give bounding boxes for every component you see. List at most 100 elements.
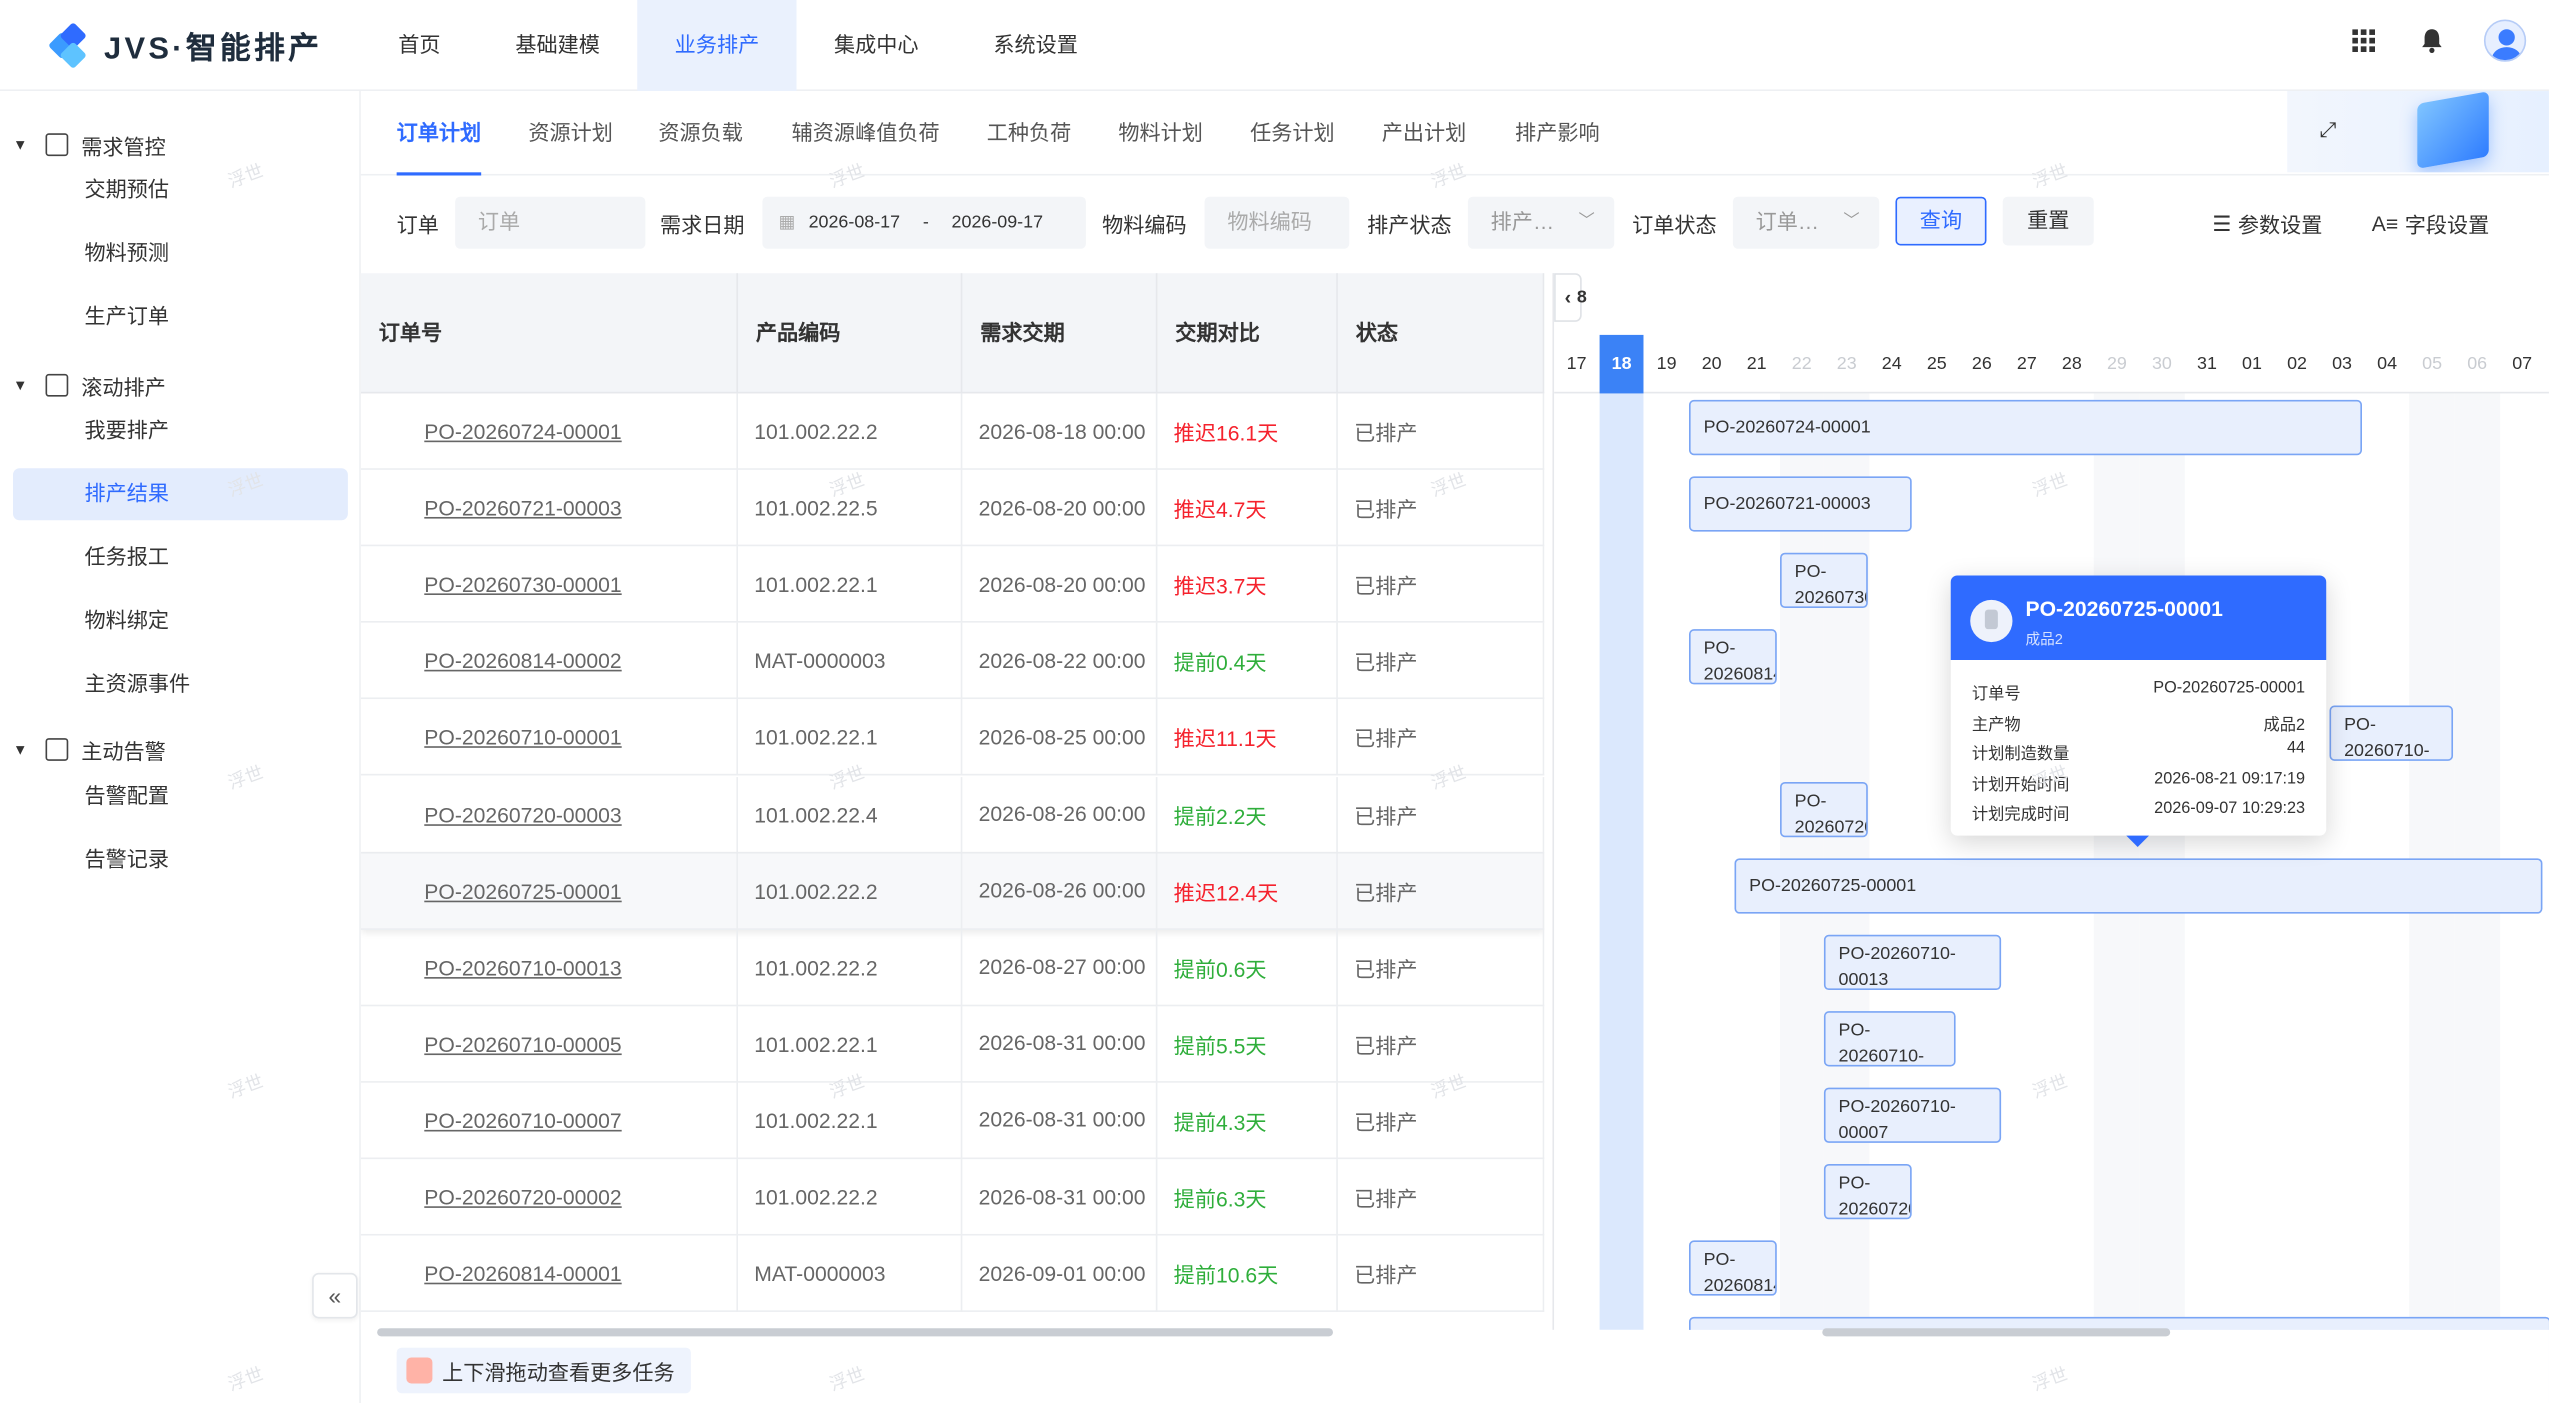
top-bar: JVS·智能排产 首页 基础建模 业务排产 集成中心 系统设置: [0, 0, 2549, 92]
table-horizontal-scrollbar[interactable]: [361, 1325, 1544, 1338]
gantt-bar[interactable]: PO-20260710-00001: [2329, 705, 2454, 761]
top-nav-item[interactable]: 业务排产: [637, 0, 797, 92]
tooltip-row: 计划开始时间 2026-08-21 09:17:19: [1972, 770, 2305, 794]
table-row[interactable]: PO-20260724-00001 101.002.22.2 2026-08-18 …: [360, 393, 1545, 470]
gantt-bar[interactable]: PO-20260721-00003: [1688, 476, 1912, 532]
sidebar-item[interactable]: 告警配置: [13, 771, 348, 823]
user-avatar-icon[interactable]: [2483, 19, 2527, 62]
reset-button[interactable]: 重置: [2002, 196, 2094, 246]
scrollbar-thumb[interactable]: [1822, 1328, 2171, 1337]
order-number-link[interactable]: PO-20260814-00002: [361, 623, 739, 700]
tooltip-arrow: [2126, 835, 2150, 847]
order-number-link[interactable]: PO-20260814-00001: [361, 1235, 739, 1313]
sidebar-item[interactable]: 物料绑定: [13, 595, 348, 647]
bell-icon[interactable]: [2416, 24, 2449, 57]
table-row[interactable]: PO-20260814-00002 MAT-0000003 2026-08-22 0…: [360, 623, 1545, 700]
table-row[interactable]: PO-20260721-00003 101.002.22.5 2026-08-20 …: [360, 469, 1545, 547]
order-number-link[interactable]: PO-20260730-00001: [361, 546, 739, 623]
logo-icon: [47, 21, 95, 70]
gantt-bar[interactable]: PO-20260710-00007: [1823, 1087, 2002, 1143]
sidebar-collapse-button[interactable]: «: [312, 1272, 358, 1319]
gantt-bar[interactable]: PO-20260724-00001: [1688, 399, 2362, 456]
sidebar-group[interactable]: ▼ 主动告警: [13, 728, 166, 770]
sub-tab[interactable]: 工种负荷: [987, 91, 1072, 176]
product-code-cell: 101.002.22.2: [738, 929, 963, 1006]
table-row[interactable]: PO-20260730-00001 101.002.22.1 2026-08-20 …: [360, 546, 1545, 623]
gantt-bar[interactable]: PO-20260730-00001: [1780, 552, 1868, 609]
due-date-label: 需求日期: [659, 212, 745, 238]
gantt-bar[interactable]: PO-20260710-00005: [1823, 1011, 1956, 1067]
sidebar-item[interactable]: 排产结果: [13, 468, 348, 521]
gantt-bar[interactable]: PO-20260720-00003: [1780, 781, 1868, 838]
table-row[interactable]: PO-20260710-00007 101.002.22.1 2026-08-31 …: [360, 1082, 1545, 1159]
due-compare-cell: 推迟3.7天: [1157, 546, 1338, 623]
gantt-day-label: 04: [2377, 354, 2398, 374]
sub-tab[interactable]: 订单计划: [396, 91, 482, 176]
top-nav-item[interactable]: 基础建模: [478, 0, 637, 91]
field-settings-button[interactable]: A≡ 字段设置: [2372, 208, 2490, 239]
order-number-link[interactable]: PO-20260710-00001: [361, 699, 739, 777]
scrollbar-thumb[interactable]: [377, 1328, 1333, 1337]
order-number-link[interactable]: PO-20260720-00002: [361, 1159, 739, 1236]
column-header[interactable]: 产品编码: [738, 273, 963, 394]
gantt-day-label: 27: [2016, 354, 2037, 374]
sub-tab[interactable]: 物料计划: [1118, 91, 1203, 176]
sub-tab[interactable]: 任务计划: [1250, 91, 1335, 176]
gantt-bar[interactable]: PO-20260720-00002: [1823, 1164, 1912, 1220]
sidebar-item[interactable]: 物料预测: [13, 228, 348, 280]
due-date-cell: 2026-08-18 00:00: [962, 393, 1158, 470]
sidebar-item[interactable]: 任务报工: [13, 532, 348, 584]
table-row[interactable]: PO-20260725-00001 101.002.22.2 2026-08-26 …: [360, 852, 1545, 930]
top-nav-item[interactable]: 系统设置: [956, 0, 1115, 91]
due-date-range[interactable]: ▦ 2026-08-17- 2026-09-17: [762, 196, 1086, 249]
sidebar-group[interactable]: ▼ 滚动排产: [13, 364, 166, 406]
order-number-link[interactable]: PO-20260724-00001: [361, 393, 739, 470]
schedule-status-select[interactable]: 排产… ﹀: [1467, 196, 1615, 249]
top-nav-item[interactable]: 首页: [361, 0, 478, 91]
due-compare-cell: 提前4.3天: [1157, 1082, 1338, 1159]
order-number-link[interactable]: PO-20260710-00005: [361, 1005, 739, 1083]
query-button[interactable]: 查询: [1895, 196, 1987, 246]
order-status-select[interactable]: 订单… ﹀: [1732, 196, 1880, 249]
sub-tab[interactable]: 排产影响: [1515, 91, 1600, 176]
gantt-horizontal-scrollbar[interactable]: [1552, 1325, 2548, 1338]
logo-text: JVS·智能排产: [104, 31, 323, 66]
fullscreen-icon[interactable]: ⤢: [2320, 117, 2337, 143]
gantt-bar[interactable]: PO-20260814-00002: [1688, 629, 1777, 685]
order-number-link[interactable]: PO-20260710-00007: [361, 1082, 739, 1159]
sidebar-group[interactable]: ▼ 需求管控: [13, 124, 166, 166]
sidebar-item[interactable]: 我要排产: [13, 405, 348, 457]
order-status-value: 订单…: [1755, 209, 1820, 235]
gantt-bar[interactable]: PO-20260814-00001: [1688, 1240, 1777, 1296]
sub-tab[interactable]: 辅资源峰值负荷: [792, 91, 940, 176]
order-number-link[interactable]: PO-20260725-00001: [361, 852, 739, 930]
sidebar-item[interactable]: 主资源事件: [13, 658, 348, 710]
gantt-bar[interactable]: PO-20260725-00001: [1734, 858, 2543, 914]
sub-tab[interactable]: 资源计划: [528, 91, 613, 176]
material-input[interactable]: 物料编码: [1204, 196, 1350, 249]
param-settings-button[interactable]: ☰ 参数设置: [2212, 208, 2322, 239]
sub-tab[interactable]: 资源负载: [658, 91, 743, 176]
gantt-day-label: 22: [1791, 354, 1812, 374]
order-number-link[interactable]: PO-20260721-00003: [361, 469, 739, 547]
order-number-link[interactable]: PO-20260720-00003: [361, 776, 739, 853]
sidebar-item[interactable]: 告警记录: [13, 834, 348, 886]
order-number-link[interactable]: PO-20260710-00013: [361, 929, 739, 1006]
column-header[interactable]: 状态: [1338, 273, 1545, 394]
top-nav-item[interactable]: 集成中心: [797, 0, 956, 91]
table-row[interactable]: PO-20260720-00003 101.002.22.4 2026-08-26 …: [360, 776, 1545, 853]
column-header[interactable]: 订单号: [361, 273, 739, 394]
column-header[interactable]: 需求交期: [962, 273, 1158, 394]
table-row[interactable]: PO-20260814-00001 MAT-0000003 2026-09-01 0…: [360, 1235, 1545, 1313]
grid-icon[interactable]: [2347, 24, 2380, 57]
app-logo[interactable]: JVS·智能排产: [47, 20, 323, 72]
sidebar-item[interactable]: 生产订单: [13, 291, 348, 343]
table-row[interactable]: PO-20260710-00001 101.002.22.1 2026-08-25 …: [360, 699, 1545, 777]
table-row[interactable]: PO-20260710-00013 101.002.22.2 2026-08-27 …: [360, 929, 1545, 1006]
table-row[interactable]: PO-20260720-00002 101.002.22.2 2026-08-31 …: [360, 1159, 1545, 1236]
order-input[interactable]: 订单: [455, 196, 646, 249]
table-row[interactable]: PO-20260710-00005 101.002.22.1 2026-08-31 …: [360, 1005, 1545, 1083]
sidebar-item[interactable]: 交期预估: [13, 164, 348, 216]
gantt-bar[interactable]: PO-20260710-00013: [1823, 934, 2002, 991]
column-header[interactable]: 交期对比: [1157, 273, 1338, 394]
